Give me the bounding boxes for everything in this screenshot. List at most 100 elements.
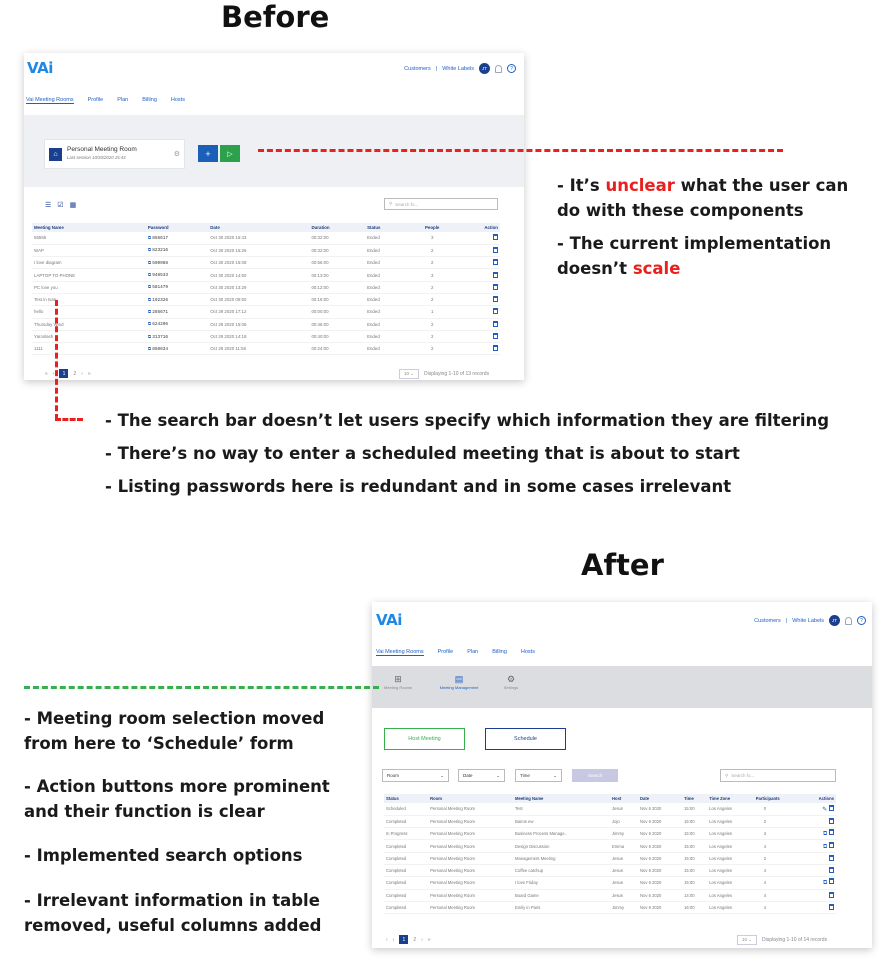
schedule-button[interactable]: Schedule: [485, 728, 566, 750]
people-cell: 3: [408, 268, 456, 282]
table-row: 1111 ⧉ 850634 Oct 29 2020 11:56 00:24:00 End…: [32, 342, 500, 356]
nav-vai-meeting-rooms[interactable]: Vai Meeting Rooms: [376, 649, 424, 656]
date-cell: Oct 30 2020 15:43: [208, 232, 310, 245]
help-icon[interactable]: ?: [507, 64, 516, 73]
trash-icon[interactable]: [493, 333, 498, 340]
white-labels-link[interactable]: White Labels: [442, 66, 474, 72]
nav-billing[interactable]: Billing: [492, 649, 507, 656]
per-page-select[interactable]: 10 ⌄: [399, 369, 420, 379]
gear-icon[interactable]: ⚙: [174, 150, 180, 158]
trash-icon[interactable]: [829, 841, 834, 848]
play-button[interactable]: ▷: [220, 145, 240, 162]
room-card[interactable]: ⌂ Personal Meeting Room Last session 10/…: [44, 139, 185, 169]
actions-cell: ✎: [802, 803, 836, 816]
avatar[interactable]: JT: [829, 615, 840, 626]
password-cell: ⧉ 948533: [145, 268, 209, 282]
after-pagination: ‹ ‹ 1 2 › »: [386, 935, 431, 944]
trash-icon[interactable]: [493, 308, 498, 315]
trash-icon[interactable]: [493, 271, 498, 278]
trash-icon[interactable]: [829, 867, 834, 874]
search-input[interactable]: ⚲ Search fo...: [384, 198, 498, 210]
pager-last[interactable]: »: [88, 371, 91, 377]
search-button[interactable]: Search: [572, 769, 618, 782]
trash-icon[interactable]: [829, 829, 834, 836]
meeting-name-cell: I love diagram: [32, 256, 146, 270]
pager-next[interactable]: ›: [81, 371, 83, 377]
edit-icon[interactable]: ✎: [822, 807, 829, 813]
nav-hosts[interactable]: Hosts: [171, 97, 185, 104]
clipboard-icon: ▤: [454, 674, 464, 684]
trash-icon[interactable]: [493, 345, 498, 352]
trash-icon[interactable]: [493, 246, 498, 253]
checkbox-view-icon[interactable]: ☑: [57, 201, 63, 209]
date-filter[interactable]: Date ⌄: [458, 769, 505, 782]
table-row: Completed Personal Meeting Room Bairos ew J…: [384, 815, 836, 829]
nav-plan[interactable]: Plan: [467, 649, 478, 656]
calendar-view-icon[interactable]: ▦: [70, 201, 77, 209]
subnav-meeting-rooms[interactable]: ⊞ Meeting Rooms: [380, 674, 416, 690]
password-cell: ⧉ 823216: [145, 244, 209, 258]
white-labels-link[interactable]: White Labels: [792, 618, 824, 624]
nav-vai-meeting-rooms[interactable]: Vai Meeting Rooms: [26, 97, 74, 104]
host-meeting-button[interactable]: Host Meeting: [384, 728, 465, 750]
password-cell: ⧉ 856617: [145, 232, 209, 245]
trash-icon[interactable]: [493, 259, 498, 266]
action-cell: [455, 232, 500, 245]
bell-icon[interactable]: [845, 616, 852, 625]
participants-cell: 2: [753, 852, 803, 865]
avatar[interactable]: JT: [479, 63, 490, 74]
table-row: I love diagram ⧉ 590968 Oct 30 2020 15:08 0…: [32, 256, 500, 270]
customers-link[interactable]: Customers: [754, 618, 781, 624]
red-connector-horizontal: [258, 149, 783, 152]
nav-profile[interactable]: Profile: [438, 649, 454, 656]
subnav-meeting-management[interactable]: ▤ Meeting Management: [432, 674, 486, 690]
trash-icon[interactable]: [493, 234, 498, 241]
pager-page-1[interactable]: 1: [59, 369, 69, 378]
pager-last[interactable]: »: [428, 937, 431, 943]
duration-cell: 00:16:00: [309, 293, 366, 307]
host-cell: Jimmy: [610, 901, 638, 915]
pager-prev[interactable]: ‹: [393, 937, 395, 943]
room-filter[interactable]: Room ⌄: [382, 769, 449, 782]
people-cell: 3: [408, 232, 456, 245]
pager-next[interactable]: ›: [421, 937, 423, 943]
table-row: In Progress Personal Meeting Room Business…: [384, 827, 836, 841]
trash-icon[interactable]: [829, 878, 834, 885]
time-filter[interactable]: Time ⌄: [515, 769, 562, 782]
pager-first[interactable]: ‹: [386, 937, 388, 943]
bell-icon[interactable]: [495, 64, 502, 73]
top-right-menu: Customers | White Labels JT ?: [404, 63, 516, 74]
status-cell: Ended: [365, 318, 409, 331]
pager-page-1[interactable]: 1: [399, 935, 409, 944]
per-page-select[interactable]: 10 ⌄: [737, 935, 758, 945]
action-cell: [455, 330, 500, 344]
trash-icon[interactable]: [829, 854, 834, 861]
trash-icon[interactable]: [829, 804, 834, 811]
pager-first[interactable]: «: [45, 371, 48, 377]
nav-hosts[interactable]: Hosts: [521, 649, 535, 656]
records-display: Displaying 1-10 of 13 records: [424, 371, 490, 377]
pager-page-2[interactable]: 2: [413, 937, 416, 943]
subnav-settings[interactable]: ⚙ Settings: [500, 674, 522, 690]
trash-icon[interactable]: [829, 817, 834, 824]
nav-billing[interactable]: Billing: [142, 97, 157, 104]
trash-icon[interactable]: [829, 891, 834, 898]
meeting-name-cell: Board Game: [513, 889, 611, 902]
trash-icon[interactable]: [493, 283, 498, 290]
trash-icon[interactable]: [493, 320, 498, 327]
help-icon[interactable]: ?: [857, 616, 866, 625]
list-view-icon[interactable]: ☰: [45, 201, 51, 209]
duration-cell: 00:46:00: [309, 318, 366, 331]
add-button[interactable]: +: [198, 145, 218, 162]
settings-icon: ⚙: [506, 674, 516, 684]
nav-profile[interactable]: Profile: [88, 97, 104, 104]
trash-icon[interactable]: [493, 296, 498, 303]
column-header: Date: [208, 223, 310, 232]
customers-link[interactable]: Customers: [404, 66, 431, 72]
meeting-name-cell: Test in Ivan: [32, 293, 146, 307]
search-input[interactable]: ⚲ Search fo...: [720, 769, 836, 782]
trash-icon[interactable]: [829, 904, 834, 911]
pager-page-2[interactable]: 2: [73, 371, 76, 377]
time-cell: 15:00: [682, 852, 708, 865]
nav-plan[interactable]: Plan: [117, 97, 128, 104]
